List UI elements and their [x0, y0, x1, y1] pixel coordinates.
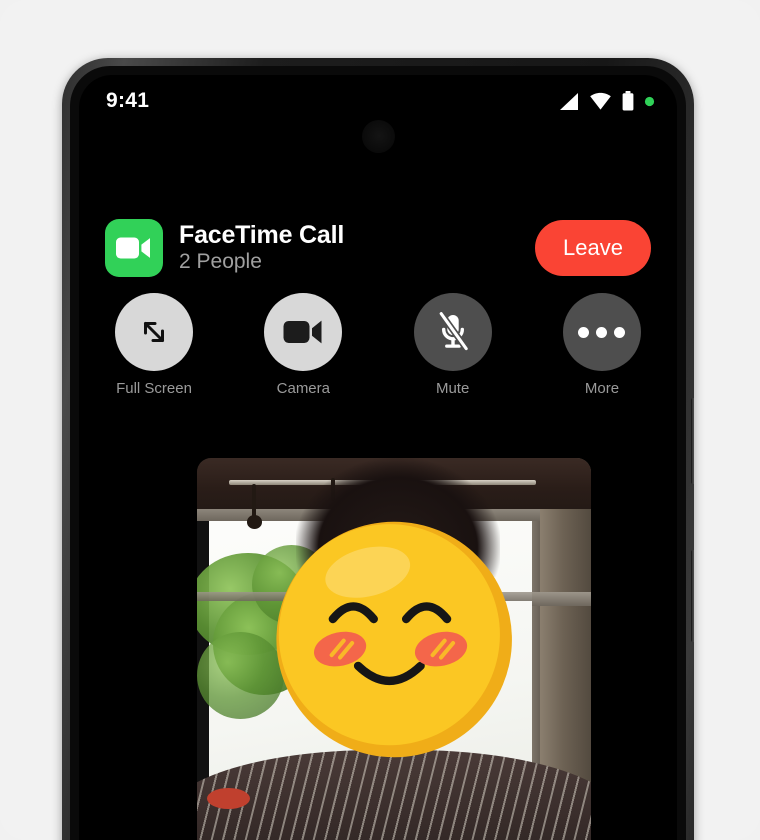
page-root: 9:41 FaceTime Call 2 People Leave Full S… — [0, 0, 760, 840]
ellipsis-icon — [578, 326, 626, 338]
power-button[interactable] — [691, 398, 694, 484]
video-camera-icon — [283, 320, 322, 344]
tree-foliage — [197, 631, 284, 719]
background-sign — [206, 787, 251, 810]
volume-button[interactable] — [691, 550, 694, 642]
cellular-signal-icon — [560, 92, 578, 110]
camera-button-label: Camera — [276, 380, 330, 397]
status-bar-icons — [558, 90, 655, 112]
battery-icon — [622, 91, 634, 111]
full-screen-button-label: Full Screen — [116, 380, 192, 397]
mute-button-circle — [413, 293, 492, 371]
window-sash — [531, 592, 591, 606]
participant-video[interactable] — [197, 458, 591, 840]
full-screen-button[interactable]: Full Screen — [106, 293, 202, 397]
status-bar: 9:41 — [79, 75, 677, 153]
full-screen-button-circle — [115, 293, 193, 371]
hanging-plant — [252, 483, 257, 520]
phone-device-frame: 9:41 FaceTime Call 2 People Leave Full S… — [62, 58, 694, 840]
call-controls: Full Screen Camera Mute More — [79, 293, 677, 397]
call-participants: 2 People — [179, 249, 262, 273]
phone-screen: 9:41 FaceTime Call 2 People Leave Full S… — [79, 75, 677, 840]
facetime-call-banner: FaceTime Call 2 People Leave — [79, 213, 677, 283]
front-camera-icon — [362, 120, 395, 153]
person-shirt — [197, 750, 591, 840]
status-bar-clock: 9:41 — [106, 89, 150, 112]
wifi-icon — [590, 92, 611, 110]
microphone-muted-icon — [437, 311, 470, 352]
more-button[interactable]: More — [554, 293, 650, 397]
smiling-face-with-blush-emoji — [276, 521, 512, 758]
privacy-indicator-dot — [644, 96, 655, 106]
camera-button-circle — [264, 293, 343, 371]
camera-button[interactable]: Camera — [255, 293, 351, 397]
facetime-icon — [105, 219, 163, 277]
more-button-circle — [562, 293, 641, 371]
expand-diagonal-arrows-icon — [144, 322, 164, 342]
mute-button[interactable]: Mute — [405, 293, 501, 397]
call-info: FaceTime Call 2 People — [179, 220, 535, 275]
video-scene — [197, 458, 591, 840]
leave-button[interactable]: Leave — [535, 220, 651, 276]
mute-button-label: Mute — [435, 380, 470, 397]
call-title: FaceTime Call — [179, 220, 345, 249]
more-button-label: More — [584, 380, 620, 397]
